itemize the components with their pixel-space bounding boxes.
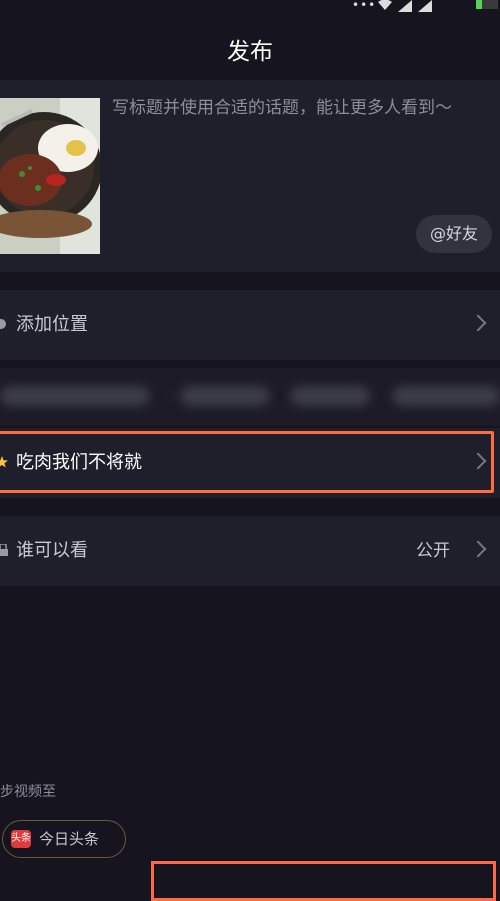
wifi-icon (378, 0, 392, 10)
chevron-right-icon (469, 540, 487, 558)
food-image (0, 98, 100, 254)
location-suggestion-1[interactable] (0, 386, 150, 406)
battery-icon (476, 0, 498, 9)
signal-icon (398, 0, 412, 12)
visibility-label: 谁可以看 (16, 540, 88, 561)
lock-icon (0, 544, 8, 556)
page-title: 发布 (227, 39, 273, 65)
signal-icon-2 (418, 0, 432, 12)
location-suggestion-4[interactable] (392, 386, 500, 406)
topic-highlight-box (0, 431, 494, 493)
location-suggestion-3[interactable] (290, 386, 370, 406)
title-input[interactable]: 写标题并使用合适的话题，能让更多人看到～ (112, 95, 487, 121)
toutiao-label: 今日头条 (39, 830, 100, 848)
sync-label: 同步视频至 (0, 784, 56, 800)
visibility-row[interactable]: 谁可以看 公开 (0, 516, 500, 586)
mention-friend-button[interactable]: @好友 (416, 215, 492, 253)
status-bar: ••• (0, 0, 500, 14)
toutiao-logo-icon: 头条 (11, 830, 31, 848)
location-suggestion-2[interactable] (180, 386, 270, 406)
add-location-label: 添加位置 (16, 314, 88, 335)
toutiao-sync-toggle[interactable]: 头条 今日头条 (2, 820, 126, 858)
add-location-row[interactable]: 添加位置 (0, 290, 500, 360)
more-dots-icon: ••• (352, 0, 377, 12)
chevron-right-icon (469, 314, 487, 332)
visibility-value: 公开 (416, 541, 450, 561)
video-thumbnail[interactable] (0, 98, 100, 254)
publish-button-highlight[interactable] (151, 861, 496, 901)
divider (0, 498, 500, 512)
location-icon (0, 319, 6, 329)
location-suggestions[interactable] (0, 368, 500, 426)
divider (0, 272, 500, 286)
